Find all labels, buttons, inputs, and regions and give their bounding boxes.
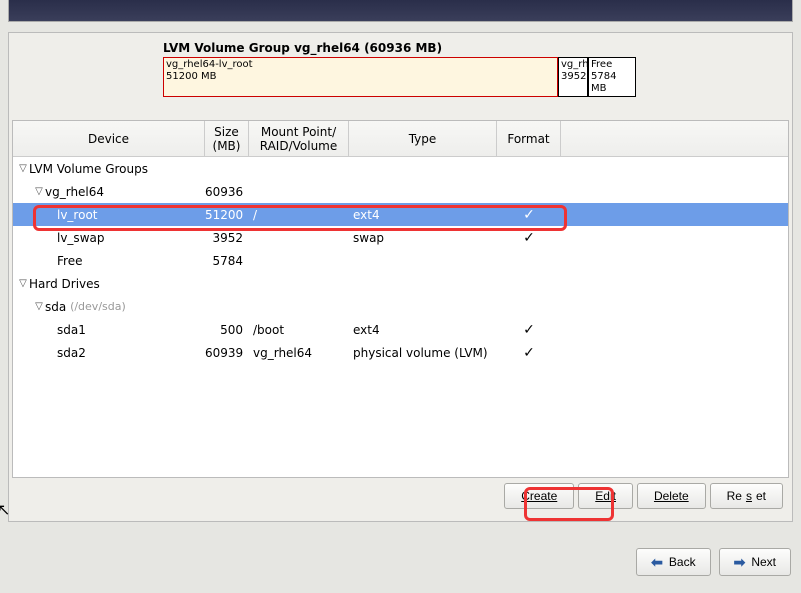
checkmark-icon: ✓ — [497, 230, 561, 246]
create-button[interactable]: Create — [504, 483, 574, 509]
checkmark-icon: ✓ — [497, 322, 561, 338]
size: 3952 — [205, 231, 249, 245]
vg-bar-lvroot-size: 51200 MB — [166, 71, 555, 83]
type: physical volume (LVM) — [349, 346, 497, 360]
header-mount[interactable]: Mount Point/ RAID/Volume — [249, 121, 349, 156]
row-lv-swap[interactable]: lv_swap 3952 swap ✓ — [13, 226, 788, 249]
vg-bar: vg_rhel64-lv_root 51200 MB vg_rh 3952 Fr… — [163, 57, 788, 97]
size: 500 — [205, 323, 249, 337]
type: ext4 — [349, 208, 497, 222]
row-lv-root[interactable]: lv_root 51200 / ext4 ✓ — [13, 203, 788, 226]
label: Hard Drives — [29, 277, 100, 291]
row-sda2[interactable]: sda2 60939 vg_rhel64 physical volume (LV… — [13, 341, 788, 364]
vg-bar-lvswap-size: 3952 — [561, 71, 585, 83]
devpath: (/dev/sda) — [70, 300, 126, 313]
expand-icon[interactable]: ▽ — [33, 301, 45, 312]
vg-summary: LVM Volume Group vg_rhel64 (60936 MB) vg… — [163, 41, 788, 97]
row-free[interactable]: Free 5784 — [13, 249, 788, 272]
expand-icon[interactable]: ▽ — [17, 278, 29, 289]
size: 60939 — [205, 346, 249, 360]
arrow-right-icon: ➡ — [734, 554, 746, 571]
nav-buttons: ⬅ Back ➡ Next — [0, 548, 801, 576]
header-format[interactable]: Format — [497, 121, 561, 156]
label: lv_root — [57, 208, 98, 222]
row-vg[interactable]: ▽vg_rhel64 60936 — [13, 180, 788, 203]
reset-button[interactable]: Reset — [710, 483, 783, 509]
installer-banner — [8, 0, 793, 22]
label: s — [746, 489, 752, 503]
delete-button[interactable]: Delete — [637, 483, 706, 509]
row-sda[interactable]: ▽sda (/dev/sda) — [13, 295, 788, 318]
size: 5784 — [205, 254, 249, 268]
edit-button[interactable]: Edit — [578, 483, 633, 509]
next-button[interactable]: ➡ Next — [719, 548, 791, 576]
vg-bar-free[interactable]: Free 5784 MB — [588, 57, 636, 97]
size: 60936 — [205, 185, 249, 199]
tree-header: Device Size (MB) Mount Point/ RAID/Volum… — [13, 121, 788, 157]
header-device[interactable]: Device — [13, 121, 205, 156]
header-size[interactable]: Size (MB) — [205, 121, 249, 156]
mount: / — [249, 208, 349, 222]
header-type[interactable]: Type — [349, 121, 497, 156]
label: sda — [45, 300, 66, 314]
label: Free — [57, 254, 82, 268]
action-buttons: Create Edit Delete Reset — [12, 483, 789, 509]
vg-bar-lvswap-name: vg_rh — [561, 59, 585, 71]
checkmark-icon: ✓ — [497, 345, 561, 361]
vg-bar-lvroot[interactable]: vg_rhel64-lv_root 51200 MB — [163, 57, 558, 97]
expand-icon[interactable]: ▽ — [33, 186, 45, 197]
label: Next — [751, 555, 776, 569]
label: sda2 — [57, 346, 86, 360]
vg-bar-free-size: 5784 MB — [591, 71, 633, 95]
row-sda1[interactable]: sda1 500 /boot ext4 ✓ — [13, 318, 788, 341]
label: sda1 — [57, 323, 86, 337]
arrow-left-icon: ⬅ — [651, 554, 663, 571]
expand-icon[interactable]: ▽ — [17, 163, 29, 174]
label: Back — [669, 555, 696, 569]
checkmark-icon: ✓ — [497, 207, 561, 223]
tree-body: ▽LVM Volume Groups ▽vg_rhel64 60936 lv_r… — [13, 157, 788, 364]
row-hard-drives[interactable]: ▽Hard Drives — [13, 272, 788, 295]
row-lvm-groups[interactable]: ▽LVM Volume Groups — [13, 157, 788, 180]
back-button[interactable]: ⬅ Back — [636, 548, 710, 576]
vg-bar-lvroot-name: vg_rhel64-lv_root — [166, 59, 555, 71]
label: Delete — [654, 489, 689, 503]
mount: /boot — [249, 323, 349, 337]
label: Edit — [595, 489, 616, 503]
vg-bar-lvswap[interactable]: vg_rh 3952 — [558, 57, 588, 97]
partition-tree: Device Size (MB) Mount Point/ RAID/Volum… — [12, 120, 789, 478]
type: ext4 — [349, 323, 497, 337]
label: vg_rhel64 — [45, 185, 104, 199]
type: swap — [349, 231, 497, 245]
vg-bar-free-name: Free — [591, 59, 633, 71]
mount: vg_rhel64 — [249, 346, 349, 360]
size: 51200 — [205, 208, 249, 222]
label: LVM Volume Groups — [29, 162, 148, 176]
label: Create — [521, 489, 557, 503]
vg-title: LVM Volume Group vg_rhel64 (60936 MB) — [163, 41, 788, 55]
label: lv_swap — [57, 231, 104, 245]
